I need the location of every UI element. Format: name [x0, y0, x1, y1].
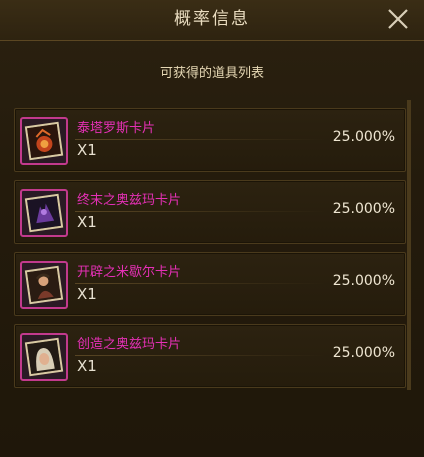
item-probability: 25.000% — [332, 345, 395, 361]
item-name: 开辟之米歇尔卡片 — [77, 265, 182, 280]
list-item[interactable]: 泰塔罗斯卡片 X1 25.000% — [14, 108, 406, 172]
item-quantity: X1 — [77, 357, 97, 375]
scrollbar-thumb[interactable] — [407, 100, 411, 390]
list-item[interactable]: 终末之奥兹玛卡片 X1 25.000% — [14, 180, 406, 244]
item-quantity: X1 — [77, 141, 97, 159]
close-icon — [388, 9, 408, 29]
fire-card-icon — [24, 121, 64, 161]
card-thumbnail — [20, 117, 68, 165]
item-name: 创造之奥兹玛卡片 — [77, 337, 182, 352]
item-quantity: X1 — [77, 285, 97, 303]
item-divider — [75, 211, 325, 212]
list-subtitle: 可获得的道具列表 — [159, 66, 264, 81]
item-probability: 25.000% — [332, 129, 395, 145]
list-item[interactable]: 创造之奥兹玛卡片 X1 25.000% — [14, 324, 406, 388]
item-divider — [75, 355, 325, 356]
card-thumbnail — [20, 189, 68, 237]
dialog-title: 概率信息 — [174, 9, 250, 29]
item-divider — [75, 139, 325, 140]
card-thumbnail — [20, 333, 68, 381]
item-quantity: X1 — [77, 213, 97, 231]
warrior-card-icon — [24, 265, 64, 305]
card-thumbnail — [20, 261, 68, 309]
item-name: 泰塔罗斯卡片 — [77, 121, 156, 136]
item-probability: 25.000% — [332, 273, 395, 289]
scrollbar-track[interactable] — [407, 100, 411, 390]
list-item[interactable]: 开辟之米歇尔卡片 X1 25.000% — [14, 252, 406, 316]
dialog-header: 概率信息 — [0, 0, 424, 41]
dark-card-icon — [24, 193, 64, 233]
hooded-card-icon — [24, 337, 64, 377]
item-divider — [75, 283, 325, 284]
item-probability: 25.000% — [332, 201, 395, 217]
item-name: 终末之奥兹玛卡片 — [77, 193, 182, 208]
close-button[interactable] — [386, 7, 410, 31]
probability-dialog: 概率信息 可获得的道具列表 泰塔罗斯卡片 X1 25.000% 终末之奥兹玛卡片… — [0, 0, 424, 457]
